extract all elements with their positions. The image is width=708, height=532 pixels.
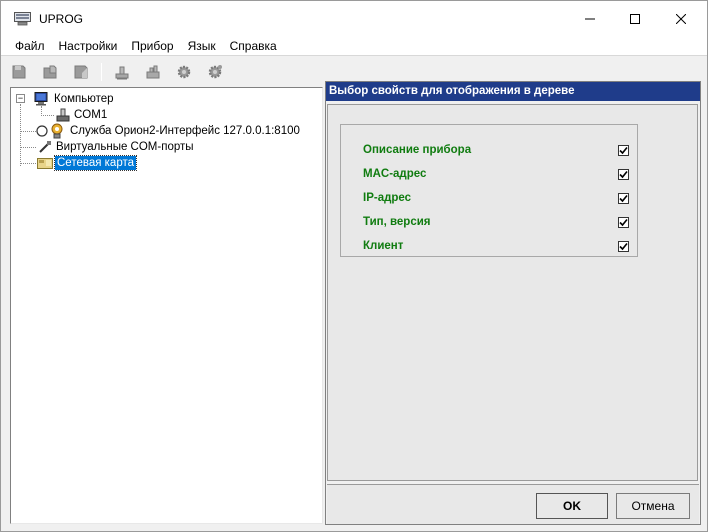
network-card-icon <box>37 158 53 169</box>
menu-language[interactable]: Язык <box>181 38 223 55</box>
tree-node-service[interactable]: Служба Орион2-Интерфейс 127.0.0.1:8100 <box>36 123 302 139</box>
tree-node-label: Сетевая карта <box>53 155 138 171</box>
checkmark-icon <box>619 242 628 250</box>
tree-node-label: COM1 <box>74 109 108 121</box>
property-row-type-version: Тип, версия <box>363 214 629 230</box>
toolbar-open-button[interactable] <box>38 60 62 84</box>
properties-group: Описание прибора MAC-адрес IP-адрес Тип,… <box>340 124 638 257</box>
tree-connector <box>20 147 36 148</box>
read-device-icon <box>115 66 129 80</box>
properties-content: Описание прибора MAC-адрес IP-адрес Тип,… <box>327 104 698 481</box>
property-label: IP-адрес <box>363 192 412 204</box>
property-checkbox-type-version[interactable] <box>618 216 629 228</box>
checkmark-icon <box>619 170 628 178</box>
property-row-description: Описание прибора <box>363 142 629 158</box>
property-checkbox-description[interactable] <box>618 144 629 156</box>
tree-node-virtual-ports[interactable]: Виртуальные COM-порты <box>38 139 196 155</box>
tree-node-com1[interactable]: COM1 <box>56 107 109 123</box>
toolbar-separator <box>101 63 102 81</box>
property-checkbox-mac[interactable] <box>618 168 629 180</box>
toolbar-config-button[interactable] <box>172 60 196 84</box>
toolbar-write-button[interactable] <box>141 60 165 84</box>
menu-file[interactable]: Файл <box>8 38 52 55</box>
maximize-icon <box>630 14 640 24</box>
minimize-icon <box>585 18 595 20</box>
virtual-port-icon <box>39 141 51 153</box>
property-label: Клиент <box>363 240 404 252</box>
tree-connector <box>41 115 54 116</box>
gear-settings-icon <box>208 65 222 79</box>
tree-node-network-card[interactable]: Сетевая карта <box>37 155 138 171</box>
toolbar-new-button[interactable] <box>7 60 31 84</box>
ok-button[interactable]: OK <box>536 493 608 519</box>
minimize-button[interactable] <box>567 1 613 37</box>
service-icon <box>51 123 63 139</box>
window-title: UPROG <box>39 12 84 26</box>
floppy-icon <box>12 65 26 79</box>
save-as-icon <box>74 65 88 79</box>
close-icon <box>676 14 686 24</box>
property-label: Описание прибора <box>363 144 472 156</box>
write-device-icon <box>146 65 160 79</box>
property-checkbox-ip[interactable] <box>618 192 629 204</box>
toolbar-save-button[interactable] <box>69 60 93 84</box>
properties-panel: Выбор свойств для отображения в дереве О… <box>325 81 701 525</box>
tree-connector <box>20 131 36 132</box>
tree-connector <box>20 163 36 164</box>
tree-node-label: Виртуальные COM-порты <box>56 141 194 153</box>
app-window: UPROG Файл Настройки Прибор Язык Справка <box>0 0 708 532</box>
open-folder-icon <box>43 65 57 79</box>
tree-node-label: Служба Орион2-Интерфейс 127.0.0.1:8100 <box>70 125 300 137</box>
property-row-mac: MAC-адрес <box>363 166 629 182</box>
menu-help[interactable]: Справка <box>223 38 284 55</box>
tree-connector <box>20 104 21 166</box>
device-tree[interactable]: − Компьютер COM1 Служба Орион2-Интерфейс… <box>10 87 323 524</box>
property-row-ip: IP-адрес <box>363 190 629 206</box>
property-label: Тип, версия <box>363 216 431 228</box>
property-label: MAC-адрес <box>363 168 427 180</box>
computer-icon <box>34 92 48 106</box>
tree-node-label: Компьютер <box>54 93 114 105</box>
property-checkbox-client[interactable] <box>618 240 629 252</box>
toolbar-read-button[interactable] <box>110 60 134 84</box>
close-button[interactable] <box>658 1 704 37</box>
title-bar: UPROG <box>1 1 707 37</box>
dialog-footer: OK Отмена <box>327 484 699 524</box>
com-port-icon <box>56 108 70 122</box>
tree-collapse-toggle[interactable]: − <box>16 94 25 103</box>
menu-settings[interactable]: Настройки <box>52 38 125 55</box>
checkmark-icon <box>619 194 628 202</box>
toolbar-settings-button[interactable] <box>203 60 227 84</box>
app-icon <box>14 12 31 26</box>
status-circle-icon <box>36 125 48 137</box>
menu-device[interactable]: Прибор <box>124 38 180 55</box>
menu-bar: Файл Настройки Прибор Язык Справка <box>1 37 707 56</box>
checkmark-icon <box>619 146 628 154</box>
tree-node-computer[interactable]: Компьютер <box>33 91 116 107</box>
checkmark-icon <box>619 218 628 226</box>
gear-icon <box>177 65 191 79</box>
property-row-client: Клиент <box>363 238 629 254</box>
maximize-button[interactable] <box>612 1 658 37</box>
cancel-button[interactable]: Отмена <box>616 493 690 519</box>
properties-header: Выбор свойств для отображения в дереве <box>326 82 700 101</box>
